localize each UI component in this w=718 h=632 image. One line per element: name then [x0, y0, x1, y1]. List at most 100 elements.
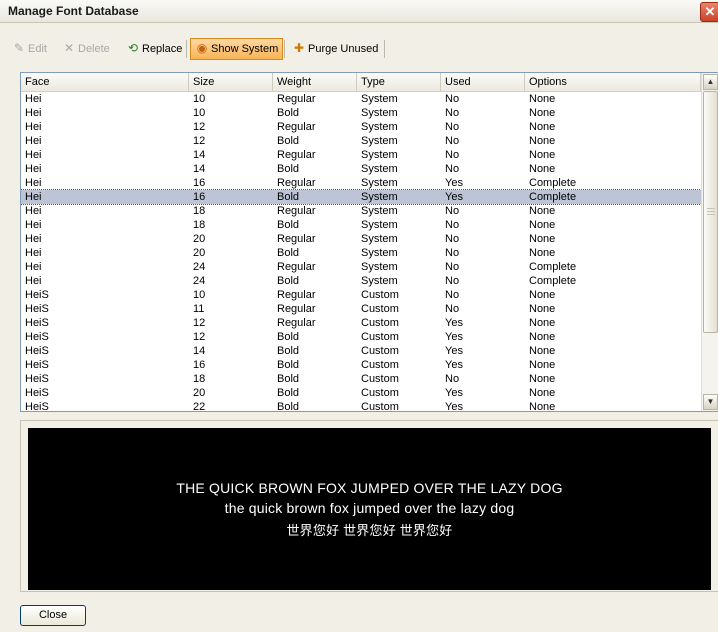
table-cell-size: 10 [193, 289, 206, 301]
table-row[interactable]: HeiS 16 Bold Custom Yes None [21, 358, 701, 372]
table-cell-size: 14 [193, 163, 206, 175]
column-header-type[interactable]: Type [357, 73, 441, 91]
table-cell-face: HeiS [25, 289, 49, 301]
table-row[interactable]: HeiS 14 Bold Custom Yes None [21, 344, 701, 358]
table-row[interactable]: Hei 10 Regular System No None [21, 92, 701, 106]
replace-button[interactable]: ⟲ Replace [122, 38, 186, 58]
table-cell-weight: Bold [277, 107, 300, 119]
table-cell-used: No [445, 205, 460, 217]
table-cell-face: Hei [25, 163, 42, 175]
table-row[interactable]: Hei 12 Regular System No None [21, 120, 701, 134]
table-row[interactable]: HeiS 10 Regular Custom No None [21, 288, 701, 302]
table-cell-used: Yes [445, 191, 463, 203]
system-icon: ◉ [196, 41, 208, 55]
column-header-face[interactable]: Face [21, 73, 189, 91]
column-header-options[interactable]: Options [525, 73, 701, 91]
table-cell-size: 11 [193, 303, 205, 315]
toolbar-separator [186, 40, 187, 58]
replace-icon: ⟲ [127, 41, 139, 55]
toolbar-separator [384, 40, 385, 58]
table-row[interactable]: HeiS 18 Bold Custom No None [21, 372, 701, 386]
table-row[interactable]: Hei 20 Regular System No None [21, 232, 701, 246]
font-list[interactable]: Face Size Weight Type Used Options Hei 10… [20, 72, 718, 412]
table-row[interactable]: Hei 14 Bold System No None [21, 162, 701, 176]
show-system-button[interactable]: ◉ Show System [190, 38, 284, 60]
column-header-size[interactable]: Size [189, 73, 273, 91]
table-cell-weight: Regular [277, 149, 316, 161]
scroll-up-icon[interactable]: ▲ [703, 74, 718, 90]
column-header-weight[interactable]: Weight [273, 73, 357, 91]
scroll-thumb[interactable] [703, 91, 718, 333]
table-cell-type: Custom [361, 401, 399, 412]
edit-label: Edit [28, 43, 47, 55]
delete-button[interactable]: ✕ Delete [58, 38, 114, 58]
table-cell-weight: Bold [277, 219, 300, 231]
close-button[interactable]: Close [20, 605, 86, 626]
table-cell-used: No [445, 247, 460, 259]
table-row[interactable]: Hei 18 Regular System No None [21, 204, 701, 218]
table-cell-used: Yes [445, 317, 463, 329]
table-cell-options: None [529, 345, 556, 357]
table-cell-size: 14 [193, 149, 206, 161]
table-row[interactable]: HeiS 12 Regular Custom Yes None [21, 316, 701, 330]
table-cell-face: Hei [25, 233, 42, 245]
table-cell-size: 20 [193, 247, 206, 259]
table-cell-used: No [445, 149, 460, 161]
column-header-used[interactable]: Used [441, 73, 525, 91]
table-cell-type: System [361, 275, 398, 287]
window-close-button[interactable]: ✕ [700, 2, 718, 22]
table-cell-options: None [529, 373, 556, 385]
table-cell-type: System [361, 107, 398, 119]
table-row[interactable]: Hei 16 Bold System Yes Complete [21, 189, 702, 205]
table-cell-used: Yes [445, 387, 463, 399]
table-cell-used: No [445, 289, 460, 301]
purge-unused-button[interactable]: ✚ Purge Unused [288, 38, 382, 58]
grip-line [707, 214, 715, 215]
table-cell-size: 16 [193, 177, 206, 189]
table-row[interactable]: Hei 20 Bold System No None [21, 246, 701, 260]
edit-button[interactable]: ✎ Edit [8, 38, 51, 58]
purge-unused-label: Purge Unused [308, 43, 379, 55]
x-icon: ✕ [63, 41, 75, 55]
table-row[interactable]: Hei 24 Regular System No Complete [21, 260, 701, 274]
table-cell-weight: Bold [277, 359, 300, 371]
font-preview: THE QUICK BROWN FOX JUMPED OVER THE LAZY… [28, 428, 711, 590]
delete-label: Delete [78, 43, 110, 55]
table-cell-weight: Bold [277, 387, 300, 399]
table-cell-size: 12 [193, 135, 206, 147]
table-row[interactable]: HeiS 12 Bold Custom Yes None [21, 330, 701, 344]
table-row[interactable]: Hei 10 Bold System No None [21, 106, 701, 120]
table-cell-used: Yes [445, 401, 463, 412]
table-cell-weight: Bold [277, 135, 300, 147]
table-cell-options: None [529, 247, 556, 259]
scroll-down-icon[interactable]: ▼ [703, 394, 718, 410]
table-row[interactable]: Hei 12 Bold System No None [21, 134, 701, 148]
table-cell-weight: Regular [277, 317, 316, 329]
table-cell-weight: Regular [277, 289, 316, 301]
table-cell-options: Complete [529, 275, 577, 287]
table-cell-size: 22 [193, 401, 206, 412]
vertical-scrollbar[interactable]: ▲ ▼ [701, 73, 718, 411]
table-cell-options: None [529, 219, 556, 231]
table-cell-used: No [445, 233, 460, 245]
table-row[interactable]: HeiS 20 Bold Custom Yes None [21, 386, 701, 400]
table-cell-used: No [445, 303, 460, 315]
table-cell-face: HeiS [25, 359, 49, 371]
table-row[interactable]: Hei 16 Regular System Yes Complete [21, 176, 701, 190]
table-cell-options: None [529, 121, 556, 133]
table-row[interactable]: Hei 14 Regular System No None [21, 148, 701, 162]
table-cell-face: Hei [25, 135, 42, 147]
table-cell-weight: Regular [277, 261, 316, 273]
table-cell-face: Hei [25, 205, 42, 217]
grip-line [707, 208, 715, 209]
table-cell-type: System [361, 93, 398, 105]
table-cell-options: None [529, 149, 556, 161]
table-cell-options: None [529, 303, 556, 315]
table-row[interactable]: HeiS 22 Bold Custom Yes None [21, 400, 701, 412]
table-cell-type: Custom [361, 289, 399, 301]
table-cell-size: 18 [193, 205, 206, 217]
table-row[interactable]: Hei 18 Bold System No None [21, 218, 701, 232]
table-row[interactable]: Hei 24 Bold System No Complete [21, 274, 701, 288]
table-cell-weight: Regular [277, 205, 316, 217]
table-row[interactable]: HeiS 11 Regular Custom No None [21, 302, 701, 316]
